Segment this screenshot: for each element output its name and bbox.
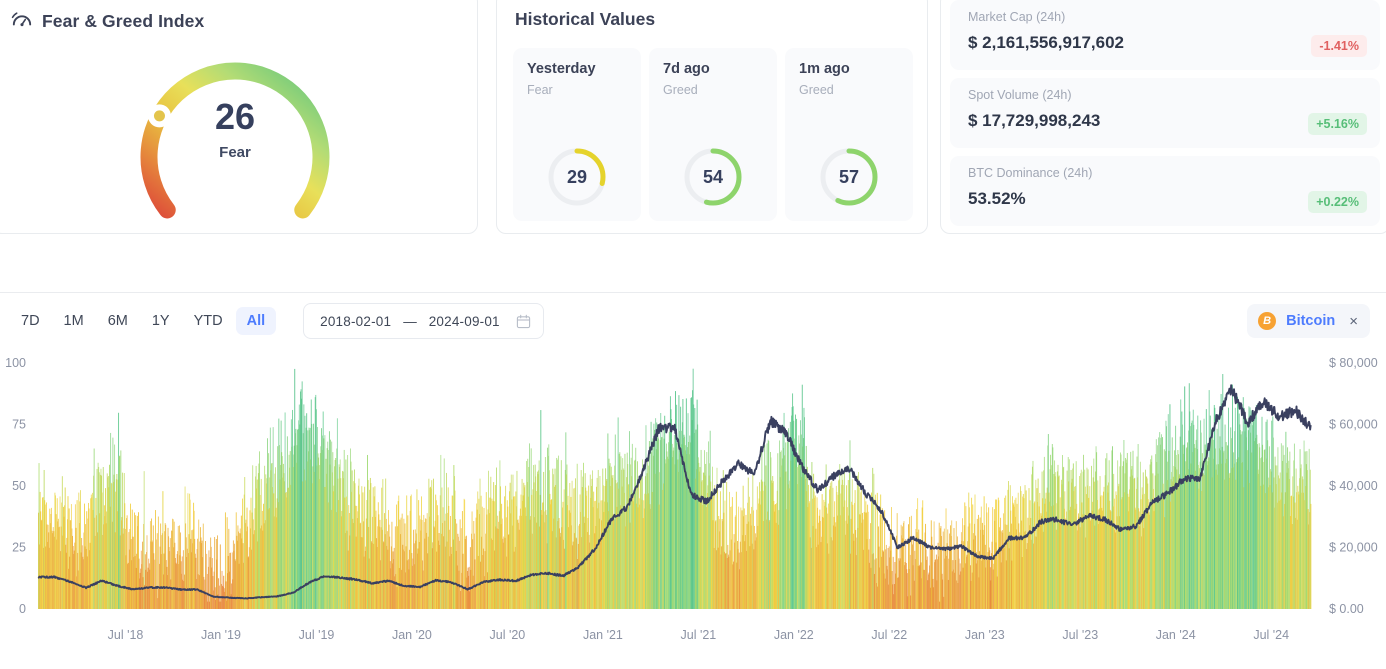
chart-bars <box>38 368 1312 609</box>
x-axis-tick: Jul '20 <box>490 628 526 642</box>
historical-sentiment-label: Fear <box>527 83 553 97</box>
fear-greed-price-chart: 0 25 50 75 100 $ 0.00 $ 20,000 $ 40,000 $ 60,000… <box>0 351 1386 656</box>
asset-chip-bitcoin[interactable]: B Bitcoin × <box>1247 304 1370 338</box>
time-range-1m[interactable]: 1M <box>53 307 95 335</box>
stat-label: Spot Volume (24h) <box>968 88 1072 102</box>
x-axis-tick: Jan '21 <box>583 628 623 642</box>
status-badge: -1.41% <box>1311 35 1367 57</box>
y-axis-tick-left: 50 <box>12 479 26 493</box>
calendar-icon <box>516 314 531 329</box>
y-axis-tick-right: $ 20,000 <box>1329 541 1378 555</box>
historical-period-label: 7d ago <box>663 61 710 77</box>
x-axis-tick: Jul '24 <box>1253 628 1289 642</box>
y-axis-tick-right: $ 60,000 <box>1329 418 1378 432</box>
close-icon[interactable]: × <box>1349 314 1358 329</box>
historical-donut: 29 <box>513 145 641 209</box>
x-axis-tick: Jul '23 <box>1062 628 1098 642</box>
x-axis-tick: Jan '19 <box>201 628 241 642</box>
y-axis-tick-left: 75 <box>12 418 26 432</box>
x-axis-tick: Jan '24 <box>1156 628 1196 642</box>
y-axis-tick-right: $ 0.00 <box>1329 602 1364 616</box>
historical-values-title: Historical Values <box>515 9 656 29</box>
historical-values-list: Yesterday Fear 29 7d ago Greed 54 1m ago… <box>497 30 927 221</box>
x-axis-tick: Jul '18 <box>108 628 144 642</box>
bitcoin-icon: B <box>1258 312 1277 330</box>
historical-value-item: 1m ago Greed 57 <box>785 48 913 221</box>
stat-label: BTC Dominance (24h) <box>968 166 1093 180</box>
y-axis-tick-right: $ 40,000 <box>1329 479 1378 493</box>
time-range-7d[interactable]: 7D <box>10 307 51 335</box>
y-axis-tick-left: 0 <box>19 602 26 616</box>
y-axis-tick-right: $ 80,000 <box>1329 356 1378 370</box>
date-range-separator: — <box>403 313 417 329</box>
time-range-1y[interactable]: 1Y <box>141 307 181 335</box>
date-range-picker[interactable]: 2018-02-01 — 2024-09-01 <box>303 303 544 339</box>
market-stat-row: BTC Dominance (24h) 53.52% +0.22% <box>950 156 1380 226</box>
y-axis-tick-left: 25 <box>12 541 26 555</box>
historical-sentiment-label: Greed <box>663 83 698 97</box>
historical-value: 57 <box>838 166 860 187</box>
historical-period-label: Yesterday <box>527 61 596 77</box>
time-range-all[interactable]: All <box>235 307 277 335</box>
market-stats-card: Market Cap (24h) $ 2,161,556,917,602 -1.… <box>940 0 1386 234</box>
x-axis-tick: Jul '19 <box>299 628 335 642</box>
historical-value: 29 <box>566 166 588 187</box>
chart-toolbar: 7D 1M 6M 1Y YTD All 2018-02-01 — 2024-09-01 B… <box>0 293 1386 349</box>
summary-row: Fear & Greed Index 26 Fear Historical Va… <box>0 0 1386 250</box>
time-range-group: 7D 1M 6M 1Y YTD All <box>10 307 277 335</box>
time-range-6m[interactable]: 6M <box>97 307 139 335</box>
market-stat-row: Spot Volume (24h) $ 17,729,998,243 +5.16… <box>950 78 1380 148</box>
x-axis-tick: Jan '23 <box>965 628 1005 642</box>
chart-canvas: 0 25 50 75 100 $ 0.00 $ 20,000 $ 40,000 $ 60,000… <box>5 356 1378 642</box>
historical-value-item: Yesterday Fear 29 <box>513 48 641 221</box>
y-axis-tick-left: 100 <box>5 356 26 370</box>
x-axis-tick: Jul '22 <box>871 628 907 642</box>
gauge-graphic: 26 Fear <box>0 29 477 229</box>
date-range-end: 2024-09-01 <box>428 313 500 329</box>
status-badge: +5.16% <box>1308 113 1367 135</box>
stat-value: $ 17,729,998,243 <box>968 111 1101 130</box>
market-stat-row: Market Cap (24h) $ 2,161,556,917,602 -1.… <box>950 0 1380 70</box>
asset-name: Bitcoin <box>1286 313 1336 329</box>
x-axis-tick: Jan '20 <box>392 628 432 642</box>
x-axis-tick: Jul '21 <box>681 628 717 642</box>
historical-period-label: 1m ago <box>799 61 850 77</box>
historical-value: 54 <box>702 166 724 187</box>
status-badge: +0.22% <box>1308 191 1367 213</box>
historical-value-item: 7d ago Greed 54 <box>649 48 777 221</box>
historical-donut: 54 <box>649 145 777 209</box>
x-axis-tick: Jan '22 <box>774 628 814 642</box>
stat-value: 53.52% <box>968 189 1026 208</box>
historical-sentiment-label: Greed <box>799 83 834 97</box>
date-range-start: 2018-02-01 <box>320 313 392 329</box>
time-range-ytd[interactable]: YTD <box>183 307 234 335</box>
stat-label: Market Cap (24h) <box>968 10 1066 24</box>
stat-value: $ 2,161,556,917,602 <box>968 33 1124 52</box>
historical-values-card: Historical Values Yesterday Fear 29 7d a… <box>496 0 928 234</box>
historical-donut: 57 <box>785 145 913 209</box>
market-stats-list: Market Cap (24h) $ 2,161,556,917,602 -1.… <box>950 0 1380 226</box>
gauge-arc <box>140 62 330 219</box>
fear-greed-gauge-card: Fear & Greed Index 26 Fear <box>0 0 478 234</box>
